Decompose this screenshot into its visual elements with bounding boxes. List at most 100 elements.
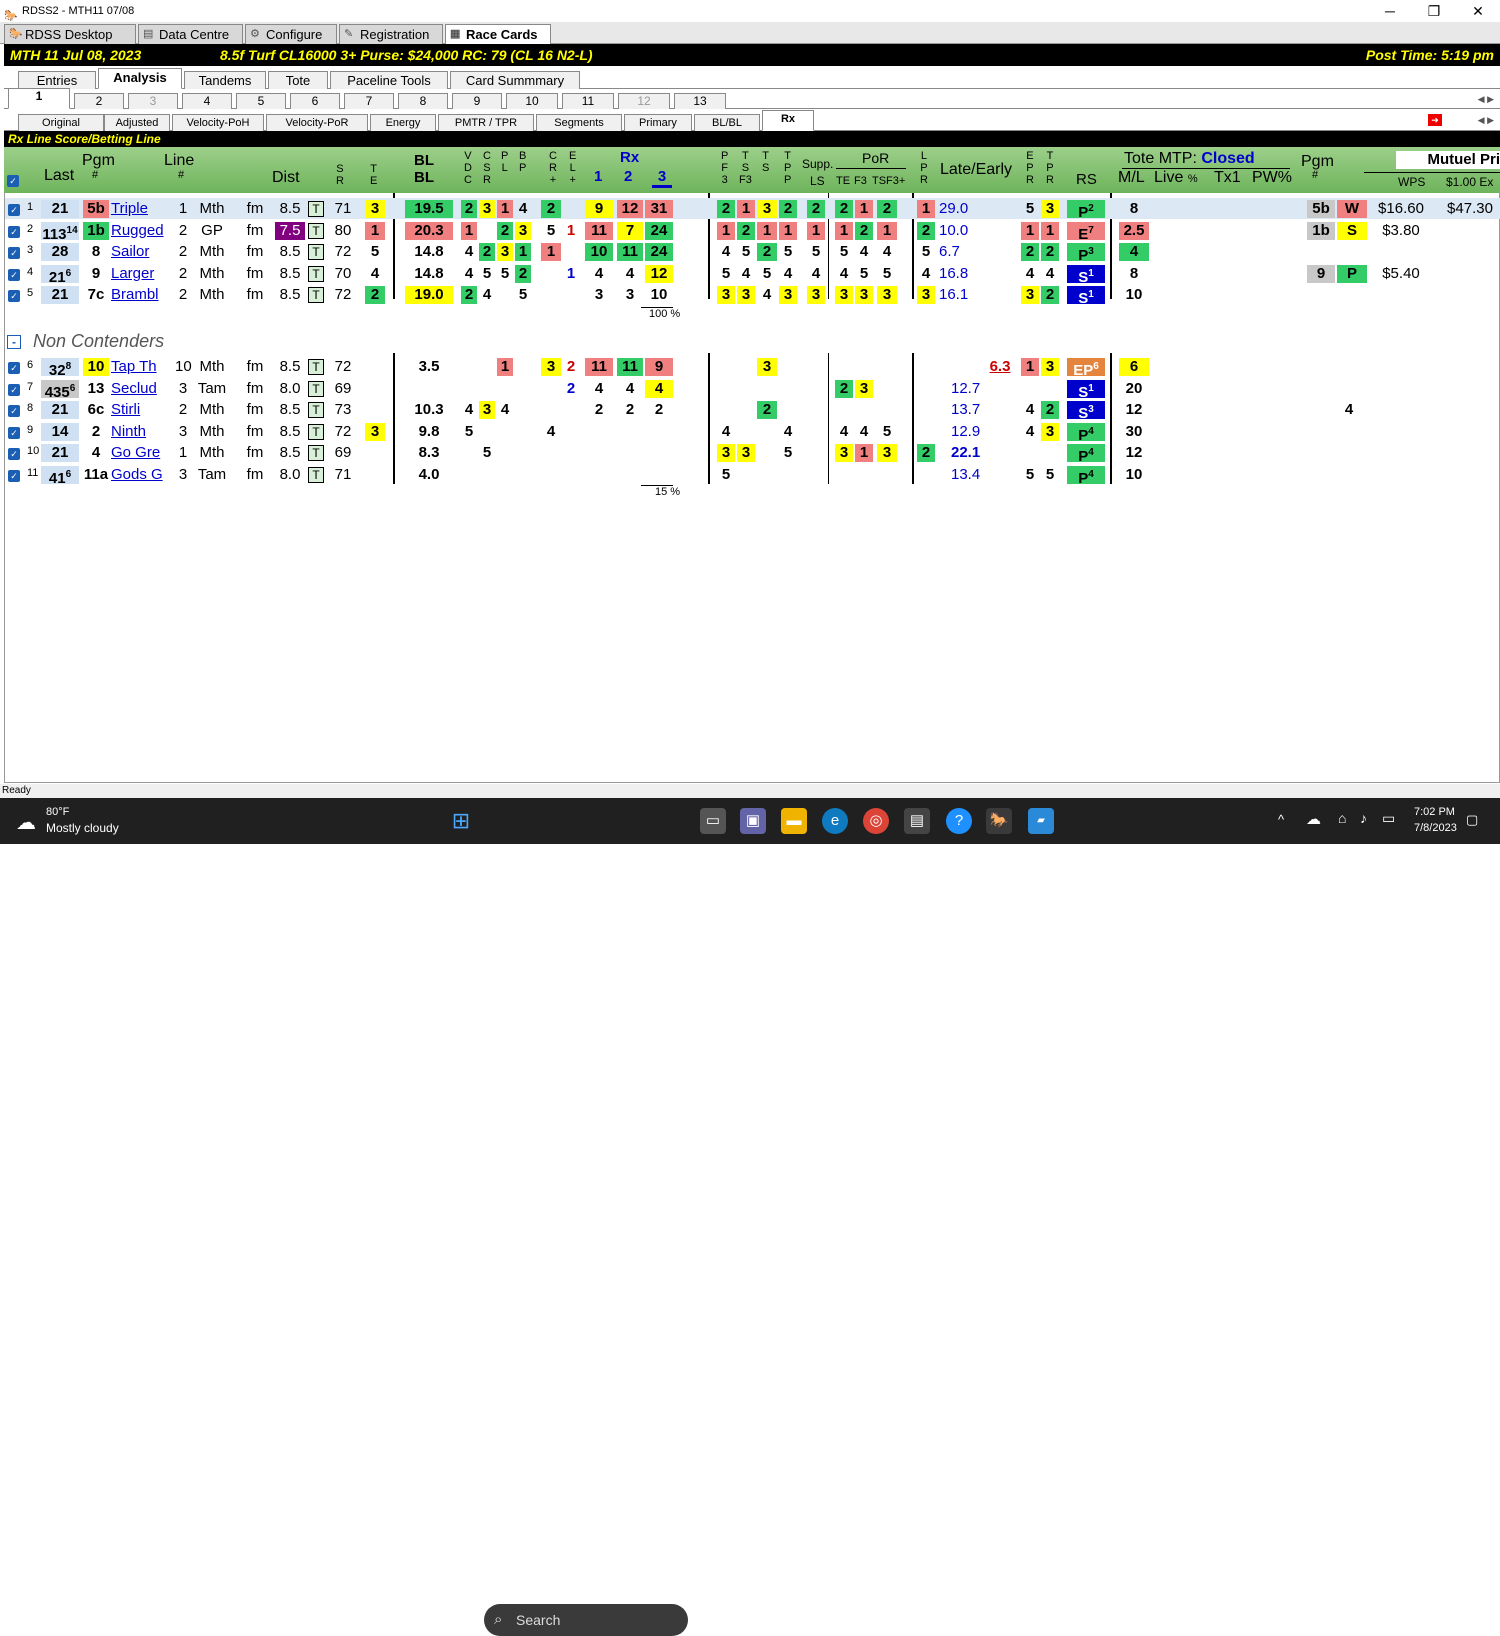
race-tab-9[interactable]: 9 <box>452 93 502 109</box>
horse-name-link[interactable]: Seclud <box>111 380 173 398</box>
horse-name-link[interactable]: Larger <box>111 265 173 283</box>
horse-name-link[interactable]: Triple <box>111 200 173 218</box>
row-checkbox[interactable]: ✓ <box>8 268 20 281</box>
minimize-button[interactable]: ─ <box>1368 0 1412 22</box>
race-tab-2[interactable]: 2 <box>74 93 124 109</box>
race-tab-3[interactable]: 3 <box>128 93 178 109</box>
tab-tandems[interactable]: Tandems <box>184 71 266 89</box>
scroll-arrows-icon[interactable]: ◀ ▶ <box>1478 94 1494 105</box>
subtab-energy[interactable]: Energy <box>370 114 436 131</box>
ml-value: 10 <box>1125 465 1143 483</box>
pool-value: S <box>1337 221 1367 240</box>
tab-entries[interactable]: Entries <box>18 71 96 89</box>
race-tab-7[interactable]: 7 <box>344 93 394 109</box>
tab-analysis[interactable]: Analysis <box>98 68 182 89</box>
rdss-app-icon[interactable]: 🐎 <box>986 808 1012 834</box>
row-checkbox[interactable]: ✓ <box>8 362 20 374</box>
close-button[interactable]: ✕ <box>1456 0 1500 22</box>
file-explorer-icon[interactable]: ▬ <box>781 808 807 834</box>
row-checkbox[interactable]: ✓ <box>8 290 20 302</box>
scroll-arrows-icon-2[interactable]: ◀ ▶ <box>1478 115 1494 126</box>
subtab-original[interactable]: Original <box>18 114 104 131</box>
tab-configure[interactable]: ⚙ Configure <box>245 24 337 44</box>
row-checkbox[interactable]: ✓ <box>8 448 20 460</box>
tab-paceline-tools[interactable]: Paceline Tools <box>330 71 448 89</box>
rx1-value <box>585 466 613 484</box>
row-checkbox[interactable]: ✓ <box>8 383 20 396</box>
subtab-segments[interactable]: Segments <box>536 114 622 131</box>
restore-button[interactable]: ❐ <box>1412 0 1456 22</box>
row-checkbox[interactable]: ✓ <box>8 204 20 216</box>
table-row[interactable]: ✓ 5 21 7c Brambl 2 Mth fm 8.5 T 72 2 19.0 2 4 5 3 3 10 3 3 4 3… <box>5 284 1500 307</box>
tab-tote[interactable]: Tote <box>268 71 328 89</box>
row-checkbox[interactable]: ✓ <box>8 405 20 417</box>
battery-icon[interactable]: ▭ <box>1382 810 1395 827</box>
subtab-rx[interactable]: Rx <box>762 110 814 131</box>
tray-chevron-icon[interactable]: ^ <box>1278 812 1284 827</box>
table-row[interactable]: ✓ 8 21 6c Stirli 2 Mth fm 8.5 T 73 10.3 4 3 4 2 2 2 2 13.7 4… <box>5 399 1500 422</box>
horse-name-link[interactable]: Stirli <box>111 401 173 419</box>
task-view-icon[interactable]: ▭ <box>700 808 726 834</box>
table-row[interactable]: ✓ 6 328 10 Tap Th 10 Mth fm 8.5 T 72 3.5 1 3 2 11 11 9 3 6.… <box>5 356 1500 379</box>
search-box[interactable]: ⌕ Search <box>484 1604 688 1636</box>
table-row[interactable]: ✓ 3 28 8 Sailor 2 Mth fm 8.5 T 72 5 14.8 4 2 3 1 1 10 11 24 4… <box>5 241 1500 264</box>
volume-icon[interactable]: ♪ <box>1360 810 1367 826</box>
race-tab-4[interactable]: 4 <box>182 93 232 109</box>
network-icon[interactable]: ⌂ <box>1338 810 1346 826</box>
select-all-checkbox[interactable]: ✓ <box>7 175 19 187</box>
app-icon-2[interactable]: ▰ <box>1028 808 1054 834</box>
table-row[interactable]: ✓ 7 4356 13 Seclud 3 Tam fm 8.0 T 69 2 4 4 4 2 3 12.7 S1 20 <box>5 378 1500 401</box>
horse-name-link[interactable]: Gods G <box>111 466 173 484</box>
row-checkbox[interactable]: ✓ <box>8 247 20 259</box>
table-row[interactable]: ✓ 9 14 2 Ninth 3 Mth fm 8.5 T 72 3 9.8 5 4 4 4 4 4 5 12.9 4 3 P… <box>5 421 1500 444</box>
onedrive-icon[interactable]: ☁ <box>1306 810 1321 828</box>
race-tab-12[interactable]: 12 <box>618 93 670 109</box>
tab-rdss-desktop[interactable]: 🐎 RDSS Desktop <box>4 24 136 44</box>
horse-name-link[interactable]: Tap Th <box>111 358 173 376</box>
sr-value: 80 <box>334 221 352 239</box>
tab-card-summary[interactable]: Card Summmary <box>450 71 580 89</box>
horse-name-link[interactable]: Rugged <box>111 222 173 240</box>
teams-icon[interactable]: ▣ <box>740 808 766 834</box>
edge-icon[interactable]: e <box>822 808 848 834</box>
late-early-value: 16.8 <box>939 264 969 282</box>
table-row[interactable]: ✓ 4 216 9 Larger 2 Mth fm 8.5 T 70 4 14.8 4 5 5 2 1 4 4 12 5 4… <box>5 263 1500 286</box>
por2-value <box>855 401 873 419</box>
race-tab-11[interactable]: 11 <box>562 93 614 109</box>
row-checkbox[interactable]: ✓ <box>8 225 20 238</box>
row-checkbox[interactable]: ✓ <box>8 426 20 439</box>
race-tab-13[interactable]: 13 <box>674 93 726 109</box>
table-row[interactable]: ✓ 2 11314 1b Rugged 2 GP fm 7.5 T 80 1 20.3 1 2 3 5 1 11 7 2… <box>5 220 1500 243</box>
race-tab-6[interactable]: 6 <box>290 93 340 109</box>
subtab-bl-bl[interactable]: BL/BL <box>694 114 760 131</box>
horse-name-link[interactable]: Brambl <box>111 286 173 304</box>
table-row[interactable]: ✓ 10 21 4 Go Gre 1 Mth fm 8.5 T 69 8.3 5 3 3 5 3 1 3 2 22.1 P… <box>5 442 1500 465</box>
race-tab-5[interactable]: 5 <box>236 93 286 109</box>
collapse-button[interactable]: - <box>7 335 21 349</box>
race-tab-10[interactable]: 10 <box>506 93 558 109</box>
horse-name-link[interactable]: Sailor <box>111 243 173 261</box>
late-early-value: 29.0 <box>939 200 969 217</box>
help-icon[interactable]: ? <box>946 808 972 834</box>
subtab-velocity-por[interactable]: Velocity-PoR <box>266 114 368 131</box>
tab-race-cards[interactable]: ▦ Race Cards <box>445 24 551 44</box>
sr-value: 69 <box>334 444 352 461</box>
race-tab-8[interactable]: 8 <box>398 93 448 109</box>
race-tab-1[interactable]: 1 <box>8 88 70 109</box>
start-icon[interactable]: ⊞ <box>448 808 474 834</box>
notification-icon[interactable]: ▢ <box>1466 812 1478 828</box>
table-row[interactable]: ✓ 1 21 5b Triple 1 Mth fm 8.5 T 71 3 19.5 2 3 1 4 2 9 12 31 2… <box>5 198 1500 221</box>
store-icon[interactable]: ▤ <box>904 808 930 834</box>
horse-name-link[interactable]: Go Gre <box>111 444 173 462</box>
tab-registration[interactable]: ✎ Registration <box>339 24 443 44</box>
subtab-velocity-poh[interactable]: Velocity-PoH <box>172 114 264 131</box>
chrome-icon[interactable]: ◎ <box>863 808 889 834</box>
subtab-pmtr-tpr[interactable]: PMTR / TPR <box>438 114 534 131</box>
export-icon[interactable]: ➜ <box>1428 114 1442 126</box>
horse-name-link[interactable]: Ninth <box>111 423 173 441</box>
tab-data-centre[interactable]: ▤ Data Centre <box>138 24 243 44</box>
row-checkbox[interactable]: ✓ <box>8 469 20 482</box>
subtab-adjusted[interactable]: Adjusted <box>104 114 170 131</box>
table-row[interactable]: ✓ 11 416 11a Gods G 3 Tam fm 8.0 T 71 4.0 5 13.4 5 5 P4 1… <box>5 464 1500 487</box>
subtab-primary[interactable]: Primary <box>624 114 692 131</box>
